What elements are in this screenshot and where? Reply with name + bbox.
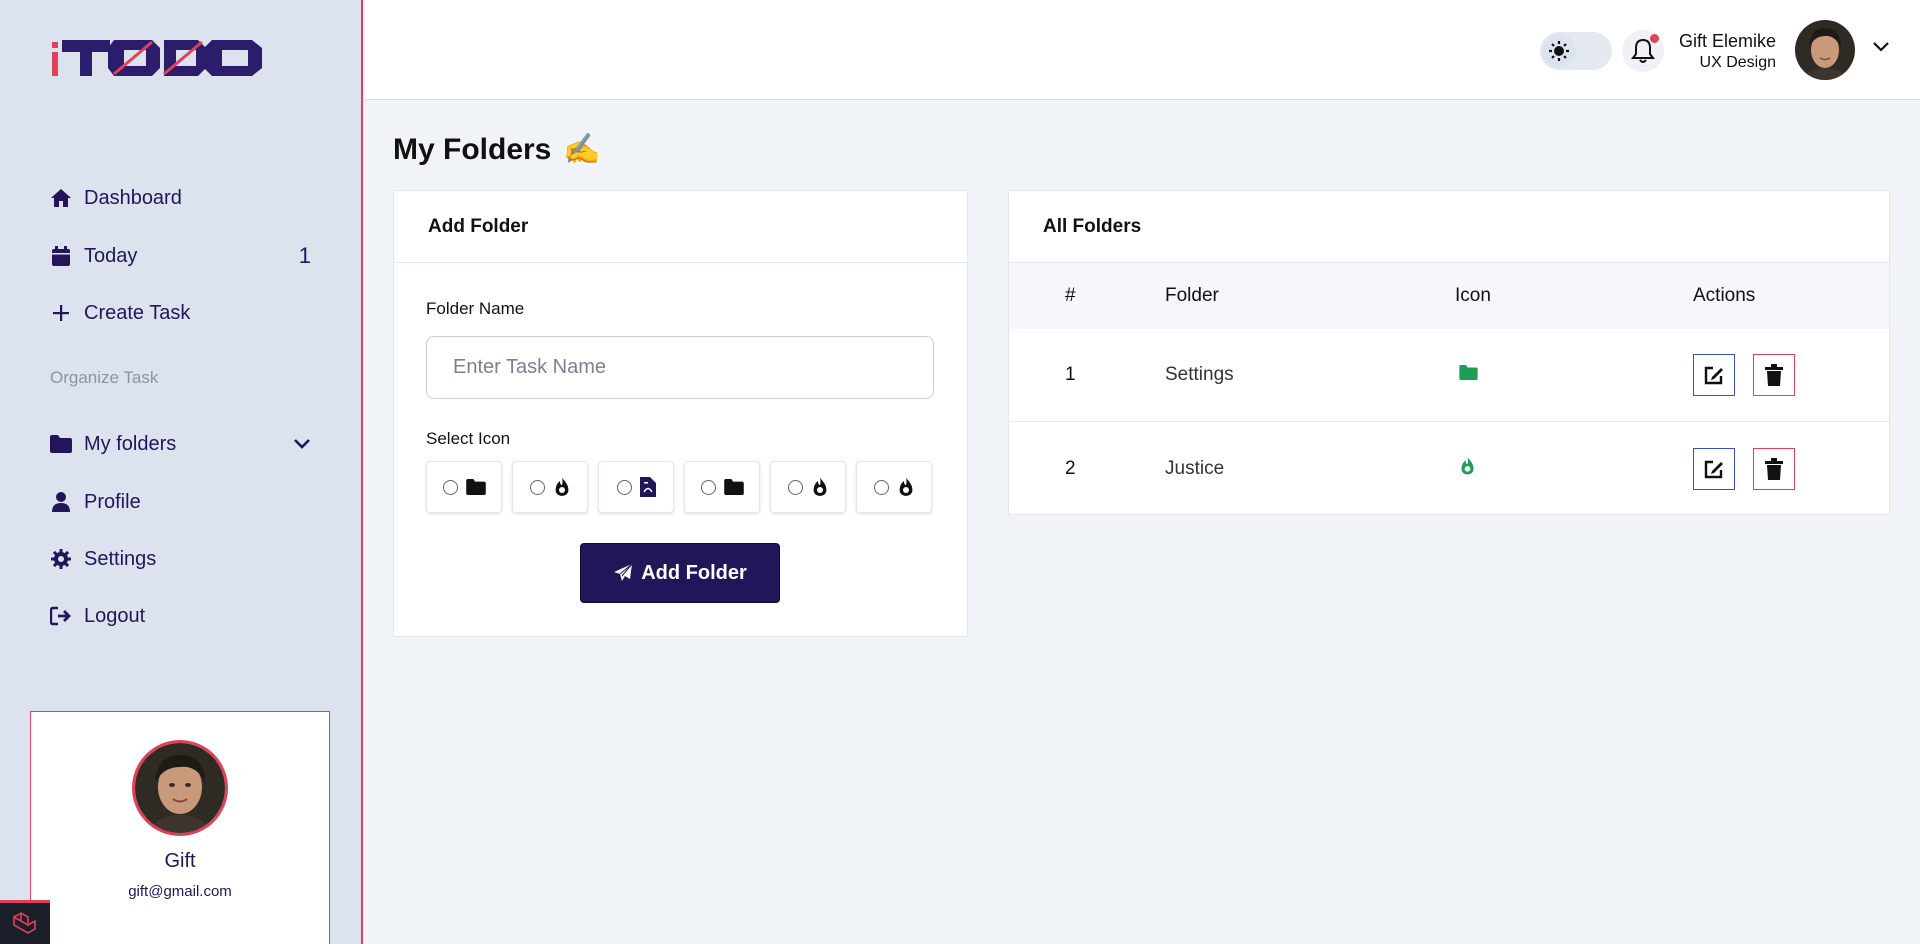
icon-option-folder[interactable] xyxy=(684,461,760,513)
fire-icon xyxy=(1459,456,1476,481)
sidebar-item-label: My folders xyxy=(84,432,177,455)
page-title: My Folders ✍️ xyxy=(393,132,601,167)
edit-button[interactable] xyxy=(1693,354,1735,396)
user-icon xyxy=(50,491,72,513)
fire-icon xyxy=(555,478,568,496)
table-row: 2 Justice xyxy=(1009,422,1889,515)
profile-name: Gift xyxy=(164,850,196,872)
sidebar-item-today[interactable]: Today 1 xyxy=(50,238,315,274)
add-folder-title: Add Folder xyxy=(394,191,967,263)
sidebar-item-label: Today xyxy=(84,244,138,267)
paper-plane-icon xyxy=(614,563,633,581)
add-folder-card: Add Folder Folder Name Select Icon xyxy=(393,190,968,637)
framework-logo-icon[interactable] xyxy=(0,900,50,944)
gear-icon xyxy=(50,548,72,570)
header-user-name: Gift Elemike xyxy=(1678,31,1776,51)
column-header-icon: Icon xyxy=(1455,285,1491,306)
sidebar: Dashboard Today 1 Create Task Organize T… xyxy=(0,0,363,944)
user-menu-chevron-icon[interactable] xyxy=(1872,40,1890,58)
sidebar-item-label: Profile xyxy=(84,490,141,513)
column-header-actions: Actions xyxy=(1693,285,1756,306)
edit-icon xyxy=(1704,366,1723,385)
row-folder-name: Settings xyxy=(1165,364,1234,385)
column-header-number: # xyxy=(1065,285,1076,306)
theme-toggle[interactable] xyxy=(1540,32,1612,70)
radio-button[interactable] xyxy=(787,479,803,495)
page-title-text: My Folders xyxy=(393,132,552,166)
icon-option-fire[interactable] xyxy=(856,461,932,513)
folder-icon xyxy=(1459,364,1478,386)
profile-email: gift@gmail.com xyxy=(128,883,232,900)
logo-graphic xyxy=(52,40,262,76)
row-folder-name: Justice xyxy=(1165,457,1225,479)
add-folder-button-label: Add Folder xyxy=(641,561,747,584)
today-count-badge: 1 xyxy=(298,243,311,268)
icon-option-folder[interactable] xyxy=(426,461,502,513)
radio-button[interactable] xyxy=(700,479,716,495)
folder-icon xyxy=(723,479,744,495)
sidebar-item-label: Logout xyxy=(84,604,146,627)
writing-hand-icon: ✍️ xyxy=(563,133,601,166)
row-actions xyxy=(1693,447,1795,490)
fire-icon xyxy=(813,478,826,496)
icon-option-file-pdf[interactable] xyxy=(598,461,674,513)
sidebar-item-logout[interactable]: Logout xyxy=(50,598,315,634)
sidebar-item-dashboard[interactable]: Dashboard xyxy=(50,180,315,216)
home-icon xyxy=(50,187,72,209)
all-folders-title: All Folders xyxy=(1009,191,1889,263)
folder-icon xyxy=(465,479,486,495)
sidebar-item-create-task[interactable]: Create Task xyxy=(50,295,315,331)
row-number: 1 xyxy=(1065,364,1076,385)
sidebar-item-my-folders[interactable]: My folders xyxy=(50,426,315,462)
radio-button[interactable] xyxy=(442,479,458,495)
icon-options xyxy=(426,461,932,513)
folder-icon xyxy=(50,433,72,455)
sidebar-item-profile[interactable]: Profile xyxy=(50,484,315,520)
add-folder-button[interactable]: Add Folder xyxy=(580,543,780,603)
notification-dot xyxy=(1650,34,1659,43)
header-avatar[interactable] xyxy=(1795,20,1855,80)
radio-button[interactable] xyxy=(616,479,632,495)
calendar-icon xyxy=(50,245,72,267)
logout-icon xyxy=(50,605,72,627)
column-header-folder: Folder xyxy=(1165,285,1219,306)
select-icon-label: Select Icon xyxy=(426,429,511,448)
file-pdf-icon xyxy=(639,477,656,497)
radio-button[interactable] xyxy=(873,479,889,495)
header-user-role: UX Design xyxy=(1699,54,1776,71)
trash-icon xyxy=(1765,457,1783,480)
fire-icon xyxy=(899,478,912,496)
sidebar-item-settings[interactable]: Settings xyxy=(50,541,315,577)
sidebar-item-label: Settings xyxy=(84,547,157,570)
notification-bell-icon[interactable] xyxy=(1622,30,1664,72)
row-number: 2 xyxy=(1065,457,1076,479)
folder-name-label: Folder Name xyxy=(426,299,525,318)
radio-button[interactable] xyxy=(529,479,545,495)
sidebar-item-label: Create Task xyxy=(84,301,191,324)
edit-button[interactable] xyxy=(1693,447,1735,490)
app-logo[interactable] xyxy=(52,34,268,78)
delete-button[interactable] xyxy=(1753,354,1795,396)
sidebar-profile-card: Gift gift@gmail.com xyxy=(30,711,330,944)
plus-icon xyxy=(50,302,72,324)
table-row: 1 Settings xyxy=(1009,329,1889,422)
avatar[interactable] xyxy=(132,740,228,836)
sidebar-item-label: Dashboard xyxy=(84,186,182,209)
edit-icon xyxy=(1704,460,1723,478)
delete-button[interactable] xyxy=(1753,447,1795,490)
all-folders-card: All Folders # Folder Icon Actions 1 Sett… xyxy=(1008,190,1890,515)
section-label: Organize Task xyxy=(50,368,159,387)
sun-icon xyxy=(1542,34,1576,68)
table-header: # Folder Icon Actions xyxy=(1009,263,1889,329)
top-header: Gift Elemike UX Design xyxy=(365,0,1920,100)
icon-option-fire[interactable] xyxy=(512,461,588,513)
trash-icon xyxy=(1765,364,1783,386)
chevron-down-icon[interactable] xyxy=(293,433,311,456)
icon-option-fire[interactable] xyxy=(770,461,846,513)
folder-name-input[interactable] xyxy=(426,336,934,399)
row-actions xyxy=(1693,354,1795,396)
